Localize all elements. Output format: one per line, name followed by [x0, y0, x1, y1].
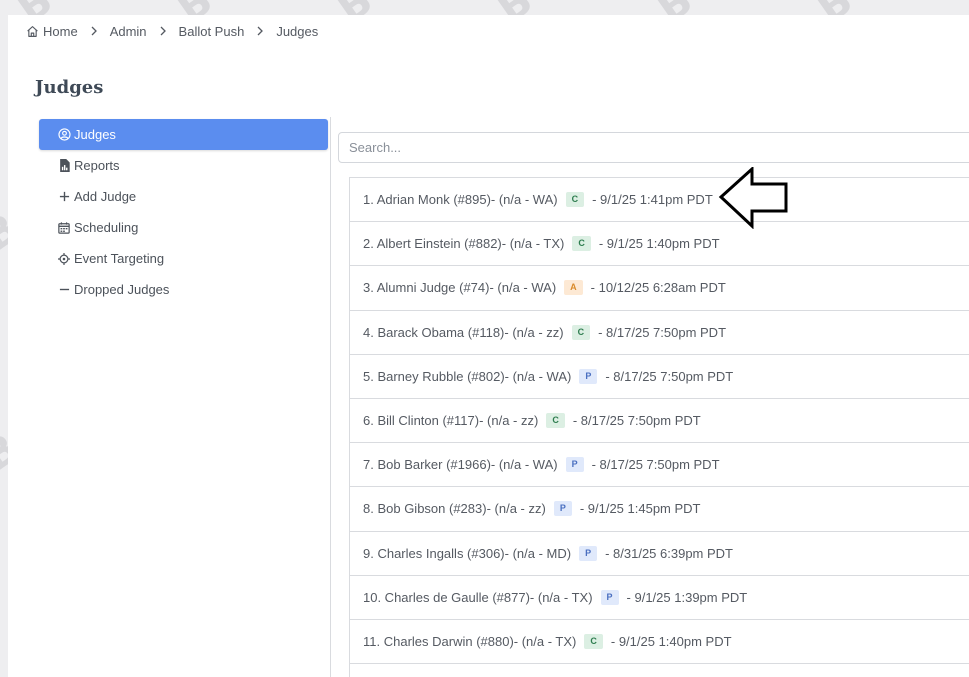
- sidebar-item-scheduling[interactable]: Scheduling: [39, 212, 328, 243]
- status-badge: P: [553, 501, 572, 517]
- judge-timestamp: - 9/1/25 1:40pm PDT: [598, 236, 720, 252]
- report-file-icon: [57, 159, 71, 172]
- list-item[interactable]: 3. Alumni Judge (#74)- (n/a - WA) A - 10…: [350, 266, 969, 311]
- judge-timestamp: - 8/17/25 7:50pm PDT: [591, 457, 720, 473]
- breadcrumb-admin[interactable]: Admin: [110, 24, 147, 39]
- list-item[interactable]: 9. Charles Ingalls (#306)- (n/a - MD) P …: [350, 532, 969, 576]
- status-badge: P: [565, 457, 584, 473]
- sidebar-item-label: Add Judge: [74, 189, 137, 204]
- list-item[interactable]: 11. Charles Darwin (#880)- (n/a - TX) C …: [350, 620, 969, 665]
- judge-timestamp: - 8/17/25 7:50pm PDT: [605, 368, 734, 384]
- chevron-right-icon: [256, 26, 264, 36]
- breadcrumb: Home Admin Ballot Push Judges: [26, 23, 318, 39]
- status-badge: C: [572, 236, 591, 252]
- sidebar-item-label: Event Targeting: [74, 251, 165, 266]
- status-badge: C: [565, 192, 585, 208]
- search-input[interactable]: [338, 132, 969, 163]
- judge-name: 2. Albert Einstein (#882)- (n/a - TX): [363, 236, 565, 252]
- judge-name: 5. Barney Rubble (#802)- (n/a - WA): [363, 368, 572, 384]
- breadcrumb-ballot-push[interactable]: Ballot Push: [179, 24, 245, 39]
- sidebar-item-event-targeting[interactable]: Event Targeting: [39, 243, 328, 274]
- sidebar-item-dropped-judges[interactable]: Dropped Judges: [39, 274, 328, 305]
- judge-timestamp: - 8/31/25 6:39pm PDT: [605, 545, 733, 561]
- judge-timestamp: - 9/1/25 1:41pm PDT: [592, 192, 713, 208]
- user-circle-icon: [57, 128, 71, 141]
- judge-name: 8. Bob Gibson (#283)- (n/a - zz): [363, 501, 546, 517]
- list-item[interactable]: 2. Albert Einstein (#882)- (n/a - TX) C …: [350, 222, 969, 267]
- judge-timestamp: - 10/12/25 6:28am PDT: [590, 280, 726, 296]
- list-item[interactable]: 7. Bob Barker (#1966)- (n/a - WA) P - 8/…: [350, 443, 969, 488]
- list-item[interactable]: 5. Barney Rubble (#802)- (n/a - WA) P - …: [350, 355, 969, 399]
- plus-icon: [57, 191, 71, 202]
- search-box: [338, 132, 969, 163]
- breadcrumb-home[interactable]: Home: [26, 24, 78, 39]
- status-badge: C: [584, 633, 603, 649]
- list-item[interactable]: 10. Charles de Gaulle (#877)- (n/a - TX)…: [350, 576, 969, 620]
- status-badge: C: [546, 413, 565, 429]
- calendar-icon: [57, 221, 71, 234]
- target-icon: [57, 252, 71, 265]
- judge-name: 11. Charles Darwin (#880)- (n/a - TX): [363, 633, 577, 649]
- judge-list: 1. Adrian Monk (#895)- (n/a - WA) C - 9/…: [349, 177, 969, 677]
- sidebar-item-add-judge[interactable]: Add Judge: [39, 181, 328, 212]
- sidebar-item-label: Reports: [74, 158, 120, 173]
- chevron-right-icon: [90, 26, 98, 36]
- list-item[interactable]: 1. Adrian Monk (#895)- (n/a - WA) C - 9/…: [350, 178, 969, 223]
- sidebar-item-label: Scheduling: [74, 220, 139, 235]
- home-icon: [26, 25, 39, 38]
- sidebar-divider: [330, 117, 331, 677]
- judge-name: 9. Charles Ingalls (#306)- (n/a - MD): [363, 545, 572, 561]
- status-badge: C: [571, 324, 591, 340]
- status-badge: A: [564, 280, 583, 296]
- list-item[interactable]: 4. Barack Obama (#118)- (n/a - zz) C - 8…: [350, 311, 969, 355]
- status-badge: P: [579, 545, 598, 561]
- list-item[interactable]: 6. Bill Clinton (#117)- (n/a - zz) C - 8…: [350, 399, 969, 444]
- judge-timestamp: - 9/1/25 1:40pm PDT: [610, 633, 732, 649]
- sidebar-item-judges[interactable]: Judges: [39, 119, 328, 150]
- judge-name: 3. Alumni Judge (#74)- (n/a - WA): [363, 280, 557, 296]
- judge-name: 10. Charles de Gaulle (#877)- (n/a - TX): [363, 589, 593, 605]
- sidebar-item-label: Dropped Judges: [74, 282, 170, 297]
- pointer-arrow-icon: [718, 167, 788, 229]
- judge-timestamp: - 9/1/25 1:45pm PDT: [579, 501, 701, 517]
- sidebar-item-label: Judges: [74, 127, 116, 142]
- judge-name: 7. Bob Barker (#1966)- (n/a - WA): [363, 457, 558, 473]
- sidebar-item-reports[interactable]: Reports: [39, 150, 328, 181]
- page-title: Judges: [35, 77, 104, 98]
- breadcrumb-judges[interactable]: Judges: [276, 24, 318, 39]
- minus-icon: [57, 284, 71, 295]
- main-panel: Home Admin Ballot Push Judges Judges Jud…: [8, 15, 969, 677]
- chevron-right-icon: [159, 26, 167, 36]
- status-badge: P: [579, 368, 598, 384]
- status-badge: P: [600, 589, 619, 605]
- judge-name: 1. Adrian Monk (#895)- (n/a - WA): [363, 192, 558, 208]
- judge-name: 6. Bill Clinton (#117)- (n/a - zz): [363, 413, 539, 429]
- judge-timestamp: - 8/17/25 7:50pm PDT: [598, 324, 727, 340]
- list-item[interactable]: 8. Bob Gibson (#283)- (n/a - zz) P - 9/1…: [350, 487, 969, 532]
- judge-timestamp: - 9/1/25 1:39pm PDT: [626, 589, 748, 605]
- judge-name: 4. Barack Obama (#118)- (n/a - zz): [363, 324, 564, 340]
- breadcrumb-home-label: Home: [43, 23, 78, 39]
- judge-timestamp: - 8/17/25 7:50pm PDT: [572, 413, 701, 429]
- sidebar: Judges Reports Add Judge Scheduling Even…: [39, 119, 328, 305]
